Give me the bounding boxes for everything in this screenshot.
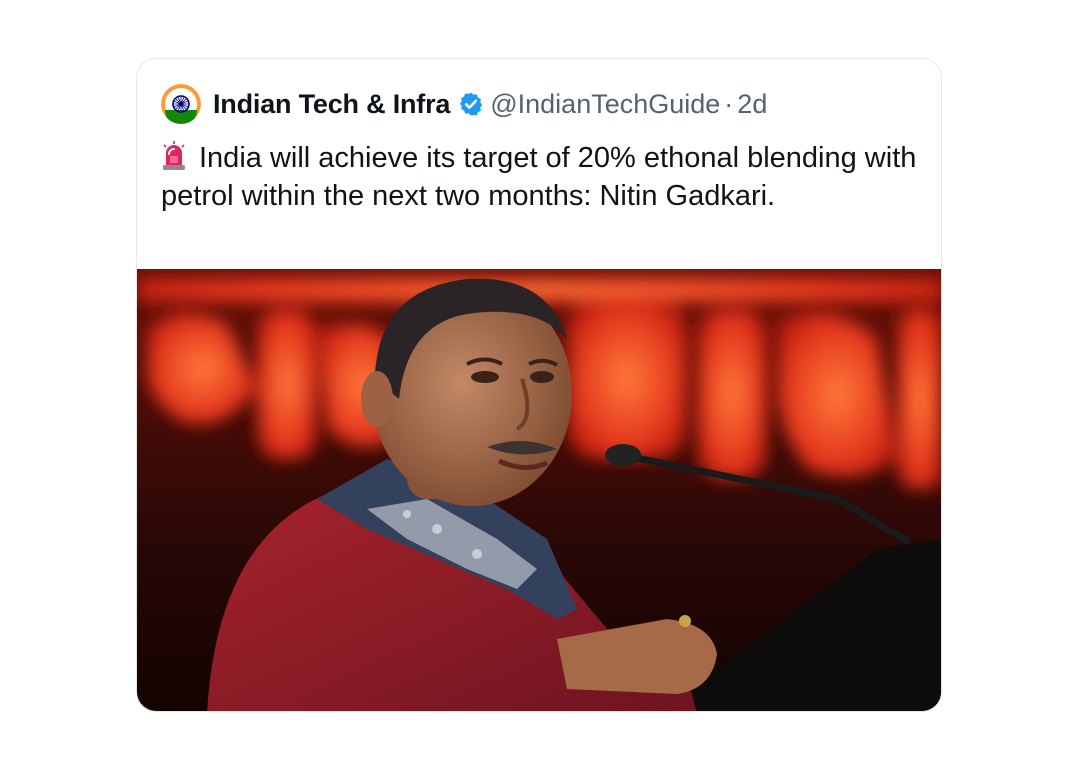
author-display-name[interactable]: Indian Tech & Infra — [213, 89, 450, 120]
tweet-text-container: India will achieve its target of 20% eth… — [161, 139, 921, 215]
tweet-body-text: India will achieve its target of 20% eth… — [161, 142, 917, 212]
tweet-header: Indian Tech & Infra @IndianTechGuide · 2… — [161, 83, 767, 125]
india-flag-avatar-icon — [161, 84, 201, 124]
tweet-card[interactable]: Indian Tech & Infra @IndianTechGuide · 2… — [136, 58, 942, 712]
tweet-timestamp[interactable]: 2d — [737, 89, 767, 120]
rotating-light-siren-icon — [163, 141, 185, 170]
verified-badge-icon — [459, 92, 483, 116]
author-handle[interactable]: @IndianTechGuide — [490, 89, 720, 120]
separator-dot: · — [724, 88, 734, 119]
tweet-photo[interactable] — [137, 269, 942, 712]
avatar[interactable] — [161, 84, 201, 124]
